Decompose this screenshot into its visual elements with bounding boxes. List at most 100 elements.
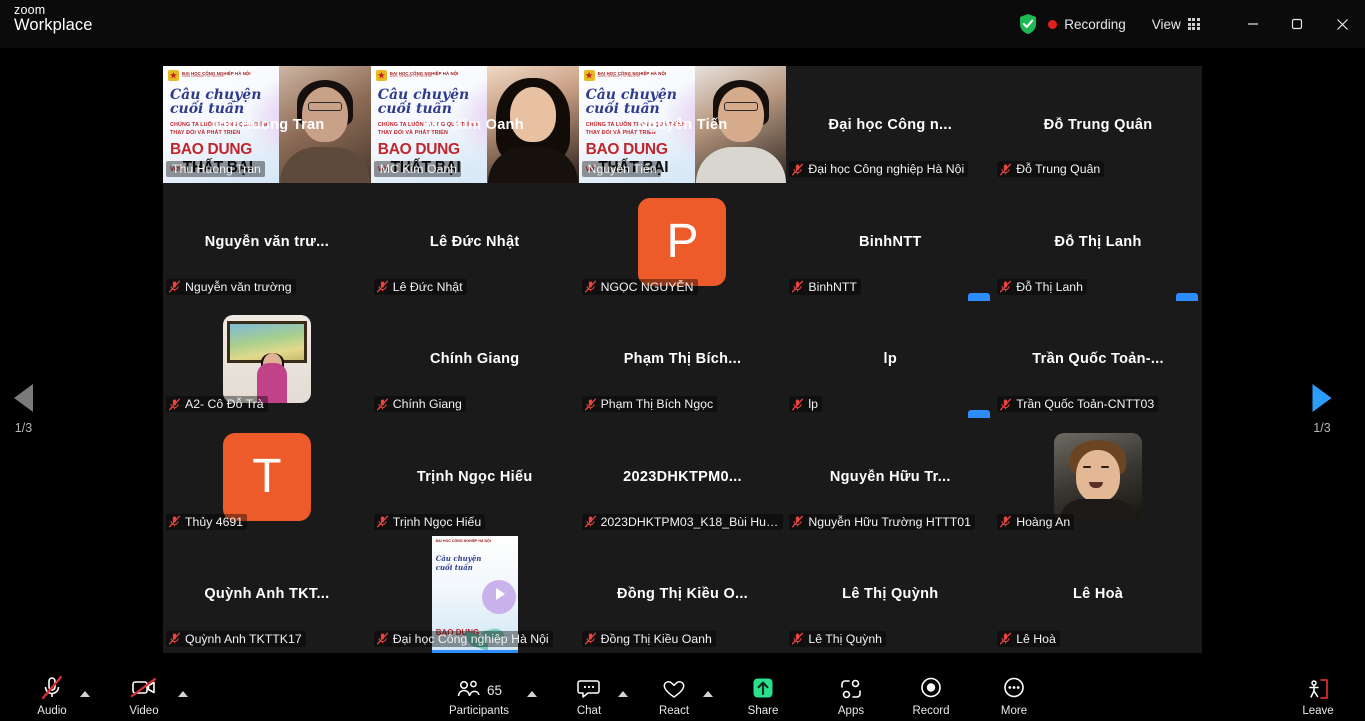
participant-tile[interactable]: Đỗ Thị Lanh Đỗ Thị Lanh ···: [994, 183, 1202, 301]
close-button[interactable]: [1320, 0, 1365, 48]
close-icon: [1337, 18, 1348, 30]
participant-footer-name: Chính Giang: [392, 397, 462, 412]
participant-name-badge: A2- Cô Đỗ Trà: [166, 396, 268, 413]
poster-play-icon: [495, 588, 505, 601]
participant-tile[interactable]: BinhNTT BinhNTT ···: [786, 183, 995, 301]
recording-dot-icon: [1048, 19, 1058, 29]
participant-tile[interactable]: Đồng Thị Kiều O... Đồng Thị Kiều Oanh: [578, 535, 787, 653]
audio-button[interactable]: Audio: [16, 675, 88, 717]
minimize-button[interactable]: [1230, 0, 1275, 48]
maximize-button[interactable]: [1275, 0, 1320, 48]
participant-tile[interactable]: ★ ĐẠI HỌC CÔNG NGHIỆP HÀ NỘI HANOI UNIVER…: [163, 66, 371, 184]
participant-tile[interactable]: Lê Thị Quỳnh Lê Thị Quỳnh: [786, 535, 995, 653]
react-label: React: [658, 705, 690, 717]
minimize-icon: [1247, 23, 1258, 25]
chat-button[interactable]: Chat: [553, 675, 625, 717]
participant-tile[interactable]: Phạm Thị Bích... Phạm Thị Bích Ngọc: [578, 300, 787, 419]
participant-display-name: Đỗ Trung Quân: [1043, 116, 1153, 133]
video-options-caret[interactable]: [178, 691, 188, 697]
camera-off-icon: [130, 675, 158, 701]
participant-tile[interactable]: ĐẠI HỌC CÔNG NGHIỆP HÀ NỘI Câu chuyện cuố…: [370, 535, 579, 653]
more-label: More: [1000, 705, 1028, 717]
poster-bottom-bar: [431, 649, 518, 653]
mic-muted-icon: [1000, 163, 1012, 176]
slide-headline-1: BAO DUNG: [377, 141, 460, 158]
share-button[interactable]: Share: [727, 675, 799, 717]
record-button[interactable]: Record: [895, 675, 967, 717]
participant-tile[interactable]: ★ ĐẠI HỌC CÔNG NGHIỆP HÀ NỘI HANOI UNIVER…: [370, 66, 579, 184]
participant-display-name: Đỗ Thị Lanh: [1054, 234, 1142, 251]
participant-footer-name: Thủy 4691: [185, 514, 244, 529]
restore-icon: [1291, 18, 1303, 29]
participant-tile[interactable]: Nguyễn Hữu Tr... Nguyễn Hữu Trường HTTT0…: [786, 418, 995, 536]
apps-button[interactable]: Apps: [815, 675, 887, 717]
participant-tile[interactable]: Hoàng An: [994, 418, 1202, 536]
poster-logo: ĐẠI HỌC CÔNG NGHIỆP HÀ NỘI: [435, 538, 491, 543]
recording-label: Recording: [1064, 16, 1126, 32]
recording-indicator[interactable]: Recording: [1048, 17, 1126, 32]
brand-workplace-text: Workplace: [14, 16, 93, 35]
participant-tile[interactable]: Chính Giang Chính Giang: [370, 300, 579, 419]
participant-footer-name: Nguyễn văn trường: [185, 279, 292, 294]
chat-options-caret[interactable]: [618, 691, 628, 697]
participant-footer-name: Nguyễn Tiến: [587, 162, 657, 177]
participant-tile[interactable]: T Thủy 4691: [163, 418, 371, 536]
participant-name-badge: Quỳnh Anh TKTTK17: [166, 630, 306, 647]
previous-page-label: 1/3: [14, 421, 33, 435]
triangle-right-icon: [1312, 384, 1332, 412]
participant-footer-name: 2023DHKTPM03_K18_Bùi Huy ...: [600, 514, 780, 529]
participant-tile[interactable]: 2023DHKTPM0... 2023DHKTPM03_K18_Bùi Huy …: [578, 418, 787, 536]
previous-page-button[interactable]: 1/3: [14, 384, 33, 435]
participant-tile[interactable]: ★ ĐẠI HỌC CÔNG NGHIỆP HÀ NỘI HANOI UNIVER…: [578, 66, 787, 184]
tile-more-options-button[interactable]: ···: [968, 410, 991, 419]
video-button[interactable]: Video: [108, 675, 180, 717]
participant-footer-name: Nguyễn Hữu Trường HTTT01: [808, 514, 971, 529]
audio-options-caret[interactable]: [80, 691, 90, 697]
participant-footer-name: Đại học Công nghiệp Hà Nội: [392, 631, 549, 646]
participant-footer-name: lp: [808, 397, 818, 412]
participant-name-badge: Lê Đức Nhật: [373, 278, 467, 295]
participant-tile[interactable]: Trịnh Ngọc Hiếu Trịnh Ngọc Hiếu: [370, 418, 579, 536]
leave-button[interactable]: Leave: [1282, 675, 1354, 717]
tile-more-options-button[interactable]: ···: [968, 292, 991, 301]
participant-name-badge: Nguyễn văn trường: [166, 278, 296, 295]
grid-icon: [1187, 17, 1200, 31]
slide-title: Câu chuyện cuối tuần: [170, 87, 262, 118]
shield-check-icon[interactable]: [1018, 13, 1038, 35]
participant-tile[interactable]: Trần Quốc Toản-... Trần Quốc Toản-CNTT03: [994, 300, 1202, 419]
participant-display-name: Quỳnh Anh TKT...: [204, 586, 330, 603]
react-options-caret[interactable]: [703, 691, 713, 697]
participant-name-badge: Trần Quốc Toản-CNTT03: [997, 396, 1159, 413]
participant-name-badge: Thu Huong Tran: [166, 161, 265, 178]
participant-tile[interactable]: Lê Đức Nhật Lê Đức Nhật: [370, 183, 579, 301]
participant-footer-name: Đồng Thị Kiều Oanh: [600, 631, 712, 646]
meeting-stage: 1/3 1/3 ★ ĐẠI HỌC CÔNG NGHIỆP HÀ NỘI HANO…: [0, 48, 1365, 665]
participant-tile[interactable]: Đại học Công n... Đại học Công nghiệp Hà…: [786, 66, 995, 184]
participant-tile[interactable]: Nguyễn văn trư... Nguyễn văn trường: [163, 183, 371, 301]
view-button[interactable]: View: [1152, 17, 1200, 32]
ellipsis-circle-icon: [1001, 675, 1027, 701]
participant-display-name: Chính Giang: [429, 351, 520, 368]
poster-title: Câu chuyện cuối tuần: [435, 553, 482, 572]
participants-button[interactable]: 65 Participants: [443, 675, 515, 717]
participant-footer-name: Thu Huong Tran: [172, 162, 261, 177]
react-button[interactable]: React: [638, 675, 710, 717]
participant-footer-name: MC Kim Oanh: [379, 162, 458, 177]
participants-options-caret[interactable]: [527, 691, 537, 697]
tile-more-options-button[interactable]: ···: [1175, 292, 1198, 301]
participant-tile[interactable]: lp lp ···: [786, 300, 995, 419]
more-button[interactable]: More: [978, 675, 1050, 717]
next-page-button[interactable]: 1/3: [1312, 384, 1332, 435]
mic-muted-icon: [376, 398, 388, 411]
participant-footer-name: Đỗ Trung Quân: [1016, 162, 1101, 177]
participant-tile[interactable]: Đỗ Trung Quân Đỗ Trung Quân: [994, 66, 1202, 184]
participant-tile[interactable]: A2- Cô Đỗ Trà: [163, 300, 371, 419]
university-logo: ★ ĐẠI HỌC CÔNG NGHIỆP HÀ NỘI HANOI UNIVER…: [375, 70, 459, 81]
participant-footer-name: Phạm Thị Bích Ngọc: [600, 397, 714, 412]
participant-tile[interactable]: P NGỌC NGUYỄN: [578, 183, 787, 301]
participant-display-name: Nguyễn Tiến: [637, 116, 728, 133]
participant-tile[interactable]: Quỳnh Anh TKT... Quỳnh Anh TKTTK17: [163, 535, 371, 653]
participant-display-name: Trần Quốc Toản-...: [1032, 351, 1164, 368]
participant-footer-name: Lê Đức Nhật: [392, 279, 463, 294]
participant-tile[interactable]: Lê Hoà Lê Hoà: [994, 535, 1202, 653]
